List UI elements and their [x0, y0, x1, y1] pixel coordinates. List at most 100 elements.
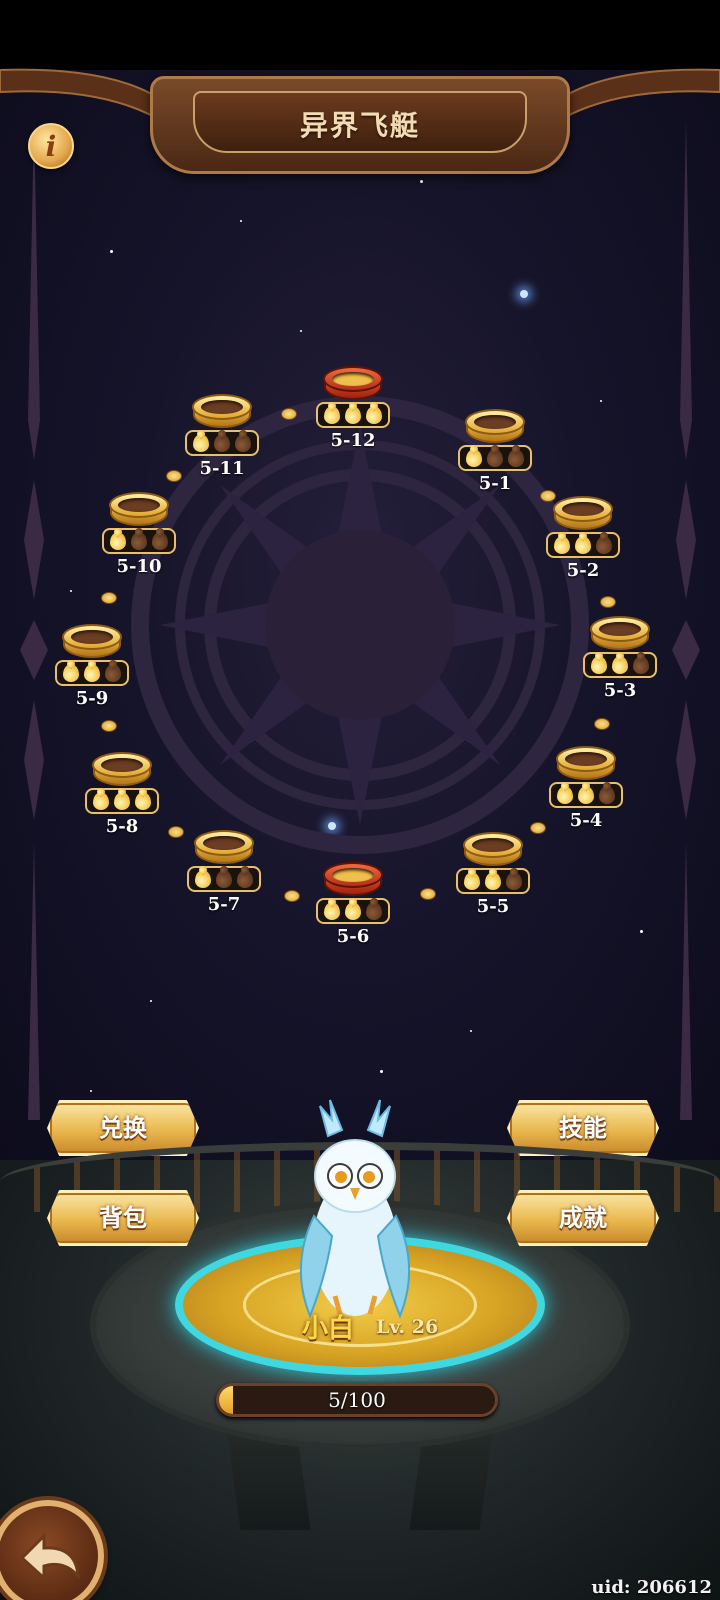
info-button[interactable]: i	[28, 123, 74, 169]
rating-drop-lit-icon	[110, 532, 127, 550]
rating-drop-empty-icon	[598, 786, 615, 804]
user-id: uid: 206612	[591, 1577, 712, 1598]
rating-drop-lit-icon	[193, 434, 210, 452]
star	[300, 330, 302, 332]
rating-drop-empty-icon	[632, 656, 649, 674]
stage-label: 5-12	[330, 430, 376, 451]
rating-drop-lit-icon	[63, 664, 80, 682]
stage-node-5-2[interactable]: 5-2	[543, 492, 623, 602]
stage-node-5-11[interactable]: 5-11	[182, 390, 262, 500]
left-ornament	[20, 120, 48, 1120]
pet-name: 小白	[302, 1314, 355, 1344]
star	[600, 400, 602, 402]
rating-drop-lit-icon	[324, 406, 341, 424]
star	[110, 250, 113, 253]
status-bar-area	[0, 0, 720, 70]
stage-rating	[185, 430, 259, 456]
star	[70, 590, 72, 592]
rating-drop-lit-icon	[195, 870, 212, 888]
path-dot	[168, 826, 184, 838]
rating-drop-lit-icon	[591, 656, 608, 674]
bag-button[interactable]: 背包	[47, 1190, 199, 1246]
pedestal-icon	[62, 620, 122, 660]
boss-pedestal-icon	[323, 362, 383, 402]
stage-rating	[549, 782, 623, 808]
stage-node-5-1[interactable]: 5-1	[455, 405, 535, 515]
rating-drop-lit-icon	[344, 902, 361, 920]
rating-drop-lit-icon	[484, 872, 501, 890]
stage-rating	[102, 528, 176, 554]
stage-node-5-3[interactable]: 5-3	[580, 612, 660, 722]
rating-drop-lit-icon	[611, 656, 628, 674]
stage-label: 5-9	[75, 688, 109, 709]
pedestal-icon	[92, 748, 152, 788]
rating-drop-lit-icon	[324, 902, 341, 920]
rating-drop-lit-icon	[134, 792, 151, 810]
stage-label: 5-7	[207, 894, 241, 915]
stage-node-5-7[interactable]: 5-7	[184, 826, 264, 936]
stage-rating	[458, 445, 532, 471]
stage-label: 5-4	[569, 810, 603, 831]
stage-rating	[583, 652, 657, 678]
stage-node-5-12[interactable]: 5-12	[313, 362, 393, 472]
rating-drop-lit-icon	[344, 406, 361, 424]
stage-node-5-8[interactable]: 5-8	[82, 748, 162, 858]
back-arrow-icon	[19, 1532, 80, 1582]
rating-drop-empty-icon	[215, 870, 232, 888]
stage-label: 5-6	[336, 926, 370, 947]
back-button[interactable]	[0, 1500, 104, 1600]
exp-text: 5/100	[328, 1388, 386, 1412]
star	[470, 1030, 472, 1032]
stage-label: 5-5	[476, 896, 510, 917]
owl-icon[interactable]	[280, 1096, 430, 1326]
stage-label: 5-11	[199, 458, 245, 479]
rating-drop-lit-icon	[83, 664, 100, 682]
rating-drop-empty-icon	[151, 532, 168, 550]
pedestal-icon	[109, 488, 169, 528]
stage-rating	[55, 660, 129, 686]
pedestal-icon	[463, 828, 523, 868]
rating-drop-empty-icon	[236, 870, 253, 888]
pedestal-icon	[553, 492, 613, 532]
rating-drop-lit-icon	[466, 449, 483, 467]
path-dot	[281, 408, 297, 420]
stage-node-5-4[interactable]: 5-4	[546, 742, 626, 852]
pedestal-icon	[192, 390, 252, 430]
rating-drop-lit-icon	[577, 786, 594, 804]
stage-node-5-5[interactable]: 5-5	[453, 828, 533, 938]
rating-drop-empty-icon	[213, 434, 230, 452]
achievements-button[interactable]: 成就	[507, 1190, 659, 1246]
stage-node-5-9[interactable]: 5-9	[52, 620, 132, 730]
star	[90, 1090, 92, 1092]
stage-rating	[316, 898, 390, 924]
rating-drop-empty-icon	[130, 532, 147, 550]
right-ornament	[672, 120, 700, 1120]
stage-rating	[316, 402, 390, 428]
pedestal-icon	[194, 826, 254, 866]
stage-rating	[546, 532, 620, 558]
boss-pedestal-icon	[323, 858, 383, 898]
stage-rating	[456, 868, 530, 894]
pedestal-icon	[556, 742, 616, 782]
star	[240, 220, 242, 222]
exp-bar: 5/100	[216, 1383, 498, 1417]
rating-drop-empty-icon	[104, 664, 121, 682]
star	[420, 180, 423, 183]
rating-drop-empty-icon	[595, 536, 612, 554]
pedestal-icon	[465, 405, 525, 445]
star	[640, 930, 643, 933]
stage-node-5-6[interactable]: 5-6	[313, 858, 393, 968]
info-icon: i	[45, 130, 57, 163]
star	[380, 1070, 383, 1073]
pedestal-icon	[590, 612, 650, 652]
page-title: 异界飞艇	[299, 109, 420, 142]
stage-label: 5-2	[566, 560, 600, 581]
stage-node-5-10[interactable]: 5-10	[99, 488, 179, 598]
rating-drop-lit-icon	[574, 536, 591, 554]
rating-drop-empty-icon	[365, 902, 382, 920]
pet-level: Lv. 26	[376, 1316, 439, 1338]
stage-label: 5-8	[105, 816, 139, 837]
rating-drop-lit-icon	[554, 536, 571, 554]
star	[520, 290, 528, 298]
rating-drop-empty-icon	[507, 449, 524, 467]
